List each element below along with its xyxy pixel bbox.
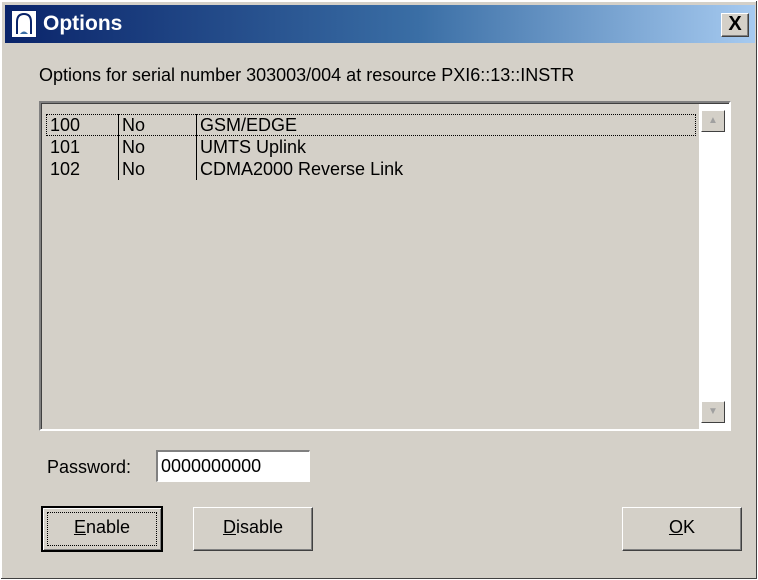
list-item[interactable]: 102 No CDMA2000 Reverse Link (46, 158, 696, 180)
arrow-down-icon: ▼ (708, 406, 718, 417)
instrument-app-icon (11, 10, 37, 38)
password-input[interactable] (156, 450, 310, 482)
close-icon: X (728, 13, 742, 35)
option-enabled: No (118, 136, 145, 158)
password-label: Password: (47, 457, 132, 477)
list-item[interactable]: 100 No GSM/EDGE (46, 114, 696, 136)
vertical-scrollbar[interactable]: ▲ ▼ (699, 104, 729, 429)
option-enabled: No (118, 158, 145, 180)
option-name: UMTS Uplink (196, 136, 306, 158)
option-code: 101 (50, 137, 81, 157)
option-name: GSM/EDGE (196, 114, 297, 136)
window-title: Options (43, 12, 123, 35)
option-name: CDMA2000 Reverse Link (196, 158, 403, 180)
scroll-down-button[interactable]: ▼ (701, 401, 725, 423)
arrow-up-icon: ▲ (708, 115, 718, 126)
scroll-up-button[interactable]: ▲ (701, 110, 725, 132)
disable-button[interactable]: Disable (193, 507, 313, 551)
options-dialog: Options X Options for serial number 3030… (0, 0, 758, 580)
ok-button[interactable]: OK (622, 507, 742, 551)
serial-caption: Options for serial number 303003/004 at … (39, 65, 575, 85)
list-item[interactable]: 101 No UMTS Uplink (46, 136, 696, 158)
options-listbox[interactable]: 100 No GSM/EDGE 101 No UMTS Uplink 102 N… (39, 101, 731, 431)
close-button[interactable]: X (721, 13, 749, 37)
title-bar[interactable]: Options X (5, 5, 755, 43)
enable-button[interactable]: Enable (41, 506, 163, 552)
option-code: 100 (50, 115, 81, 135)
option-code: 102 (50, 159, 81, 179)
option-enabled: No (118, 114, 145, 136)
